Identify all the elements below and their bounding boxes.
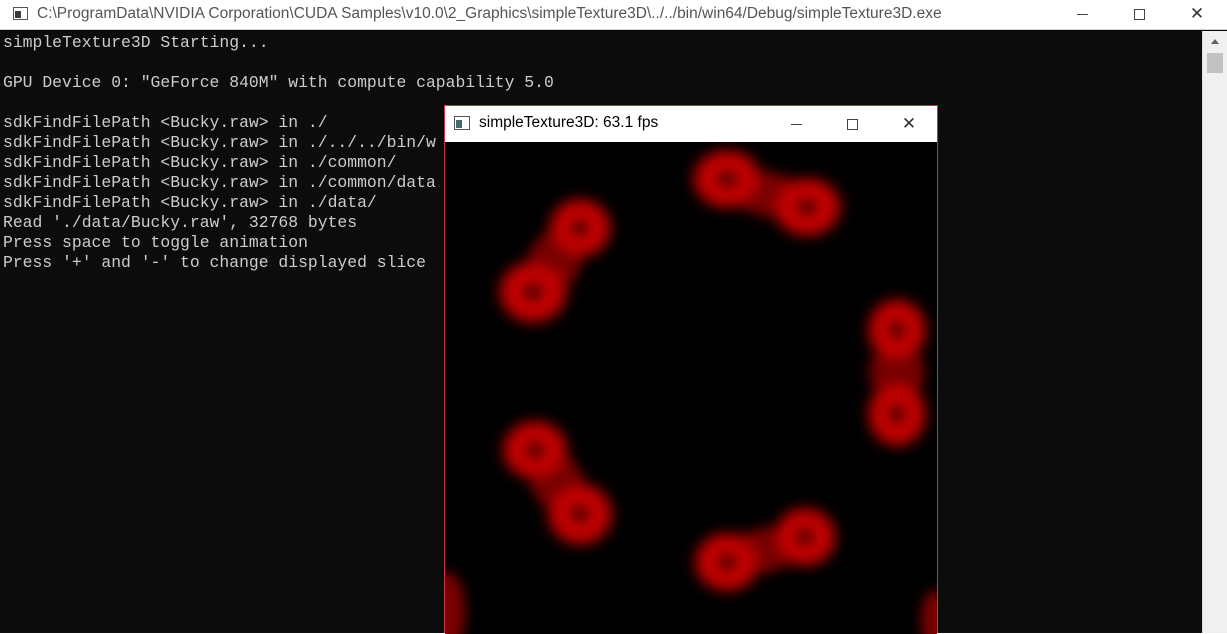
- gl-titlebar[interactable]: simpleTexture3D: 63.1 fps ✕: [445, 106, 937, 142]
- glow-blob: [529, 232, 581, 288]
- console-app-icon: [13, 7, 28, 20]
- console-minimize-button[interactable]: [1053, 0, 1111, 29]
- console-titlebar[interactable]: C:\ProgramData\NVIDIA Corporation\CUDA S…: [0, 0, 1227, 30]
- gl-close-button[interactable]: ✕: [881, 106, 937, 142]
- gl-render-canvas[interactable]: [445, 142, 937, 634]
- glow-blob: [445, 572, 465, 634]
- close-icon: ✕: [1189, 4, 1205, 24]
- gl-window[interactable]: simpleTexture3D: 63.1 fps ✕: [444, 105, 938, 634]
- glow-blob: [531, 456, 583, 508]
- gl-window-title: simpleTexture3D: 63.1 fps: [479, 114, 659, 131]
- maximize-icon: [846, 118, 858, 130]
- glow-blob: [869, 346, 925, 398]
- minimize-icon: [790, 123, 802, 125]
- console-maximize-button[interactable]: [1110, 0, 1168, 29]
- glow-blob: [737, 528, 793, 572]
- console-window-title: C:\ProgramData\NVIDIA Corporation\CUDA S…: [37, 5, 942, 22]
- close-icon: ✕: [901, 113, 917, 134]
- console-line: GPU Device 0: "GeForce 840M" with comput…: [3, 73, 554, 92]
- gl-maximize-button[interactable]: [824, 106, 880, 142]
- console-close-button[interactable]: ✕: [1168, 0, 1226, 29]
- console-line: simpleTexture3D Starting...: [3, 33, 269, 52]
- maximize-icon: [1133, 9, 1145, 20]
- glow-blob: [921, 590, 937, 634]
- glow-blob: [737, 172, 797, 216]
- console-scrollbar[interactable]: [1202, 31, 1227, 633]
- scroll-thumb[interactable]: [1207, 53, 1223, 73]
- gl-app-icon: [454, 116, 470, 130]
- gl-minimize-button[interactable]: [768, 106, 824, 142]
- glow-blobs: [445, 143, 937, 634]
- scroll-up-arrow-icon[interactable]: [1203, 33, 1227, 50]
- texture-slice-render: [445, 143, 937, 634]
- minimize-icon: [1076, 14, 1088, 15]
